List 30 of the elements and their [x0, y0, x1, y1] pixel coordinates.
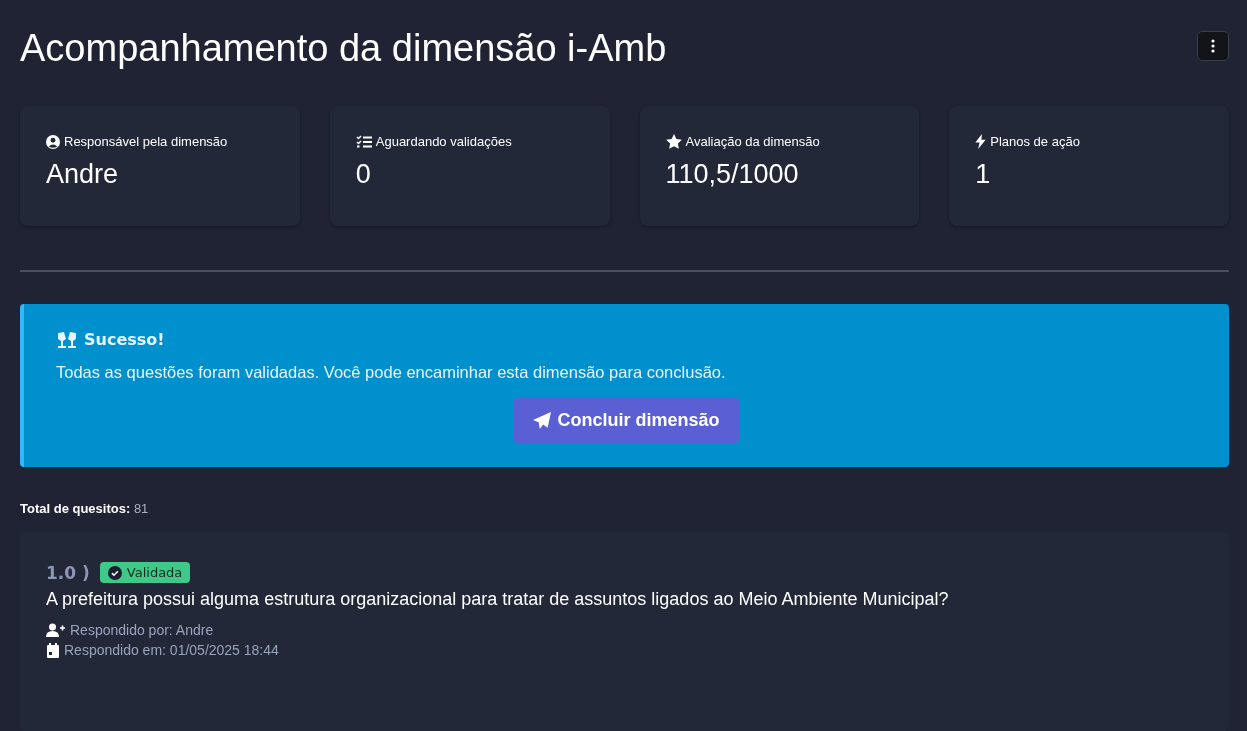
question-text: A prefeitura possui alguma estrutura organizacional para tratar de assuntos ligados ao Meio Ambiente Municipal?: [46, 589, 950, 610]
stat-label: Responsável pela dimensão: [64, 134, 228, 149]
page-title: Acompanhamento da dimensão i-Amb: [20, 26, 667, 70]
summary-label: Total de quesitos:: [20, 501, 131, 516]
checklist-icon: [355, 134, 372, 149]
more-options-button[interactable]: [1197, 31, 1229, 61]
alert-message: Todas as questões foram validadas. Você pode encaminhar esta dimensão para conclusão.: [56, 363, 727, 382]
status-badge: Validada: [99, 562, 191, 583]
toast-glasses-icon: [56, 330, 78, 349]
stat-label: Planos de ação: [990, 134, 1080, 149]
answered-at: Respondido em: 01/05/2025 18:44: [64, 642, 279, 658]
stat-value: Andre: [46, 159, 120, 190]
summary-value: 81: [133, 501, 149, 516]
stat-label: Avaliação da dimensão: [685, 134, 820, 149]
stat-label: Aguardando validações: [375, 134, 512, 149]
lightning-icon: [975, 134, 987, 149]
more-options-icon: [1211, 39, 1215, 53]
paper-plane-icon: [533, 411, 552, 430]
question-number: 1.0 ): [46, 562, 90, 583]
user-plus-icon: [46, 623, 66, 637]
alert-title: Sucesso!: [84, 330, 165, 349]
stat-value: 1: [975, 159, 992, 190]
conclude-dimension-button[interactable]: Concluir dimensão: [513, 398, 740, 443]
answered-by: Respondido por: Andre: [70, 622, 214, 638]
star-icon: [665, 134, 682, 149]
calendar-icon: [46, 642, 60, 658]
stat-value: 110,5/1000: [665, 159, 800, 190]
stat-value: 0: [355, 159, 372, 190]
check-circle-icon: [107, 565, 122, 580]
user-circle-icon: [46, 134, 60, 149]
